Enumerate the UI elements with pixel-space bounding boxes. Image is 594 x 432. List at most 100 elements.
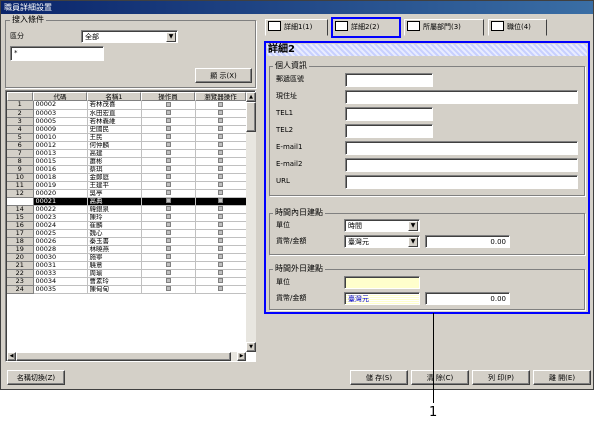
table-row[interactable]: 18 00026 秦玉書 (7, 237, 247, 246)
table-row[interactable]: 22 00033 周瑜 (7, 269, 247, 278)
scroll-h-thumb[interactable] (16, 352, 231, 361)
browser-op-checkbox[interactable] (218, 158, 223, 163)
table-row[interactable]: 8 00015 蕭彬 (7, 157, 247, 166)
tab-position[interactable]: 職位(4) (488, 19, 547, 36)
inner-amount-input[interactable]: 0.00 (425, 235, 510, 248)
table-row[interactable]: 21 00031 驍意 (7, 261, 247, 270)
show-button[interactable]: 顯 示(X) (195, 68, 252, 83)
chevron-down-icon[interactable]: ▼ (408, 221, 418, 231)
operator-checkbox[interactable] (165, 286, 171, 291)
grid-horizontal-scrollbar[interactable]: ◀ ▶ (7, 352, 246, 361)
operator-checkbox[interactable] (165, 214, 171, 219)
grid-header-name[interactable]: 名稱1 (87, 92, 141, 101)
browser-op-checkbox[interactable] (218, 101, 223, 107)
browser-op-checkbox[interactable] (218, 126, 223, 131)
table-row[interactable]: 9 00016 蔡琪 (7, 165, 247, 174)
table-row[interactable]: 20 00030 施寧 (7, 253, 247, 262)
save-button[interactable]: 儲 存(S) (350, 370, 408, 385)
browser-op-checkbox[interactable] (218, 286, 223, 291)
tab-department[interactable]: 所屬部門(3) (404, 19, 484, 36)
operator-checkbox[interactable] (165, 206, 171, 211)
table-row[interactable]: 19 00028 林曉燕 (7, 245, 247, 254)
table-row[interactable]: 3 00005 若林義維 (7, 117, 247, 126)
inner-unit-select[interactable]: 時間 ▼ (344, 219, 420, 232)
operator-checkbox[interactable] (165, 246, 171, 251)
operator-checkbox[interactable] (165, 134, 171, 139)
personal-field-input[interactable] (345, 141, 578, 155)
personal-field-input[interactable] (345, 158, 578, 172)
table-row[interactable]: 15 00023 陳玲 (7, 213, 247, 222)
operator-checkbox[interactable] (165, 118, 171, 123)
personal-field-input[interactable] (345, 90, 578, 104)
operator-checkbox[interactable] (165, 262, 171, 267)
tab-detail1[interactable]: 詳細1(1) (265, 19, 328, 36)
table-row[interactable]: 4 00009 史國民 (7, 125, 247, 134)
grid-vertical-scrollbar[interactable]: ▲ ▼ (246, 92, 256, 352)
operator-checkbox[interactable] (165, 126, 171, 131)
browser-op-checkbox[interactable] (218, 142, 223, 147)
browser-op-checkbox[interactable] (218, 254, 223, 259)
browser-op-checkbox[interactable] (218, 246, 223, 251)
scroll-right-arrow-icon[interactable]: ▶ (237, 352, 246, 361)
browser-op-checkbox[interactable] (218, 198, 223, 203)
browser-op-checkbox[interactable] (218, 214, 223, 219)
browser-op-checkbox[interactable] (218, 134, 223, 139)
table-row[interactable]: 6 00012 何仲麟 (7, 141, 247, 150)
browser-op-checkbox[interactable] (218, 270, 223, 275)
table-row[interactable]: 7 00013 高建 (7, 149, 247, 158)
browser-op-checkbox[interactable] (218, 278, 223, 283)
table-row[interactable]: 16 00024 崔麟 (7, 221, 247, 230)
table-row[interactable]: 1 00002 若林茂喜 (7, 101, 247, 110)
operator-checkbox[interactable] (165, 101, 171, 107)
table-row[interactable]: 2 00003 水田宏直 (7, 109, 247, 118)
browser-op-checkbox[interactable] (218, 150, 223, 155)
browser-op-checkbox[interactable] (218, 118, 223, 123)
chevron-down-icon[interactable]: ▼ (408, 237, 418, 247)
browser-op-checkbox[interactable] (218, 190, 223, 195)
filter-text-input[interactable]: * (10, 46, 104, 61)
personal-field-input[interactable] (345, 73, 433, 87)
operator-checkbox[interactable] (165, 158, 171, 163)
table-row[interactable]: 00021 高典 (7, 197, 247, 206)
operator-checkbox[interactable] (165, 278, 171, 283)
operator-checkbox[interactable] (165, 254, 171, 259)
operator-checkbox[interactable] (165, 166, 171, 171)
browser-op-checkbox[interactable] (218, 262, 223, 267)
browser-op-checkbox[interactable] (218, 174, 223, 179)
scroll-down-arrow-icon[interactable]: ▼ (246, 342, 256, 352)
browser-op-checkbox[interactable] (218, 238, 223, 243)
grid-header-operator[interactable]: 操作員 (141, 92, 195, 101)
scroll-thumb[interactable] (246, 102, 256, 132)
table-row[interactable]: 17 00025 魏心 (7, 229, 247, 238)
operator-checkbox[interactable] (165, 238, 171, 243)
scroll-left-arrow-icon[interactable]: ◀ (7, 352, 16, 361)
grid-header-browser-op[interactable]: 瀏覽器操作 (195, 92, 246, 101)
browser-op-checkbox[interactable] (218, 222, 223, 227)
inner-currency-select[interactable]: 臺灣元 ▼ (344, 235, 420, 248)
operator-checkbox[interactable] (165, 230, 171, 235)
browser-op-checkbox[interactable] (218, 206, 223, 211)
browser-op-checkbox[interactable] (218, 182, 223, 187)
chevron-down-icon[interactable]: ▼ (166, 32, 176, 42)
name-switch-button[interactable]: 名稱切換(Z) (7, 370, 65, 385)
browser-op-checkbox[interactable] (218, 166, 223, 171)
table-row[interactable]: 5 00010 王民 (7, 133, 247, 142)
personal-field-input[interactable] (345, 124, 433, 138)
clear-button[interactable]: 清 除(C) (411, 370, 469, 385)
category-select[interactable]: 全部 ▼ (81, 30, 178, 43)
operator-checkbox[interactable] (165, 150, 171, 155)
print-button[interactable]: 列 印(P) (472, 370, 530, 385)
operator-checkbox[interactable] (165, 222, 171, 227)
table-row[interactable]: 14 00022 韓銀泉 (7, 205, 247, 214)
browser-op-checkbox[interactable] (218, 230, 223, 235)
scroll-up-arrow-icon[interactable]: ▲ (246, 92, 256, 102)
employee-grid[interactable]: 代碼 名稱1 操作員 瀏覽器操作 1 00002 若林茂喜 2 00003 水田宏直 3 00… (5, 90, 256, 362)
operator-checkbox[interactable] (165, 182, 171, 187)
table-row[interactable]: 10 00018 金鄭庭 (7, 173, 247, 182)
personal-field-input[interactable] (345, 175, 578, 189)
operator-checkbox[interactable] (165, 142, 171, 147)
operator-checkbox[interactable] (165, 110, 171, 115)
table-row[interactable]: 23 00034 曹素玲 (7, 277, 247, 286)
table-row[interactable]: 11 00019 王建平 (7, 181, 247, 190)
table-row[interactable]: 24 00035 陳甸甸 (7, 285, 247, 294)
